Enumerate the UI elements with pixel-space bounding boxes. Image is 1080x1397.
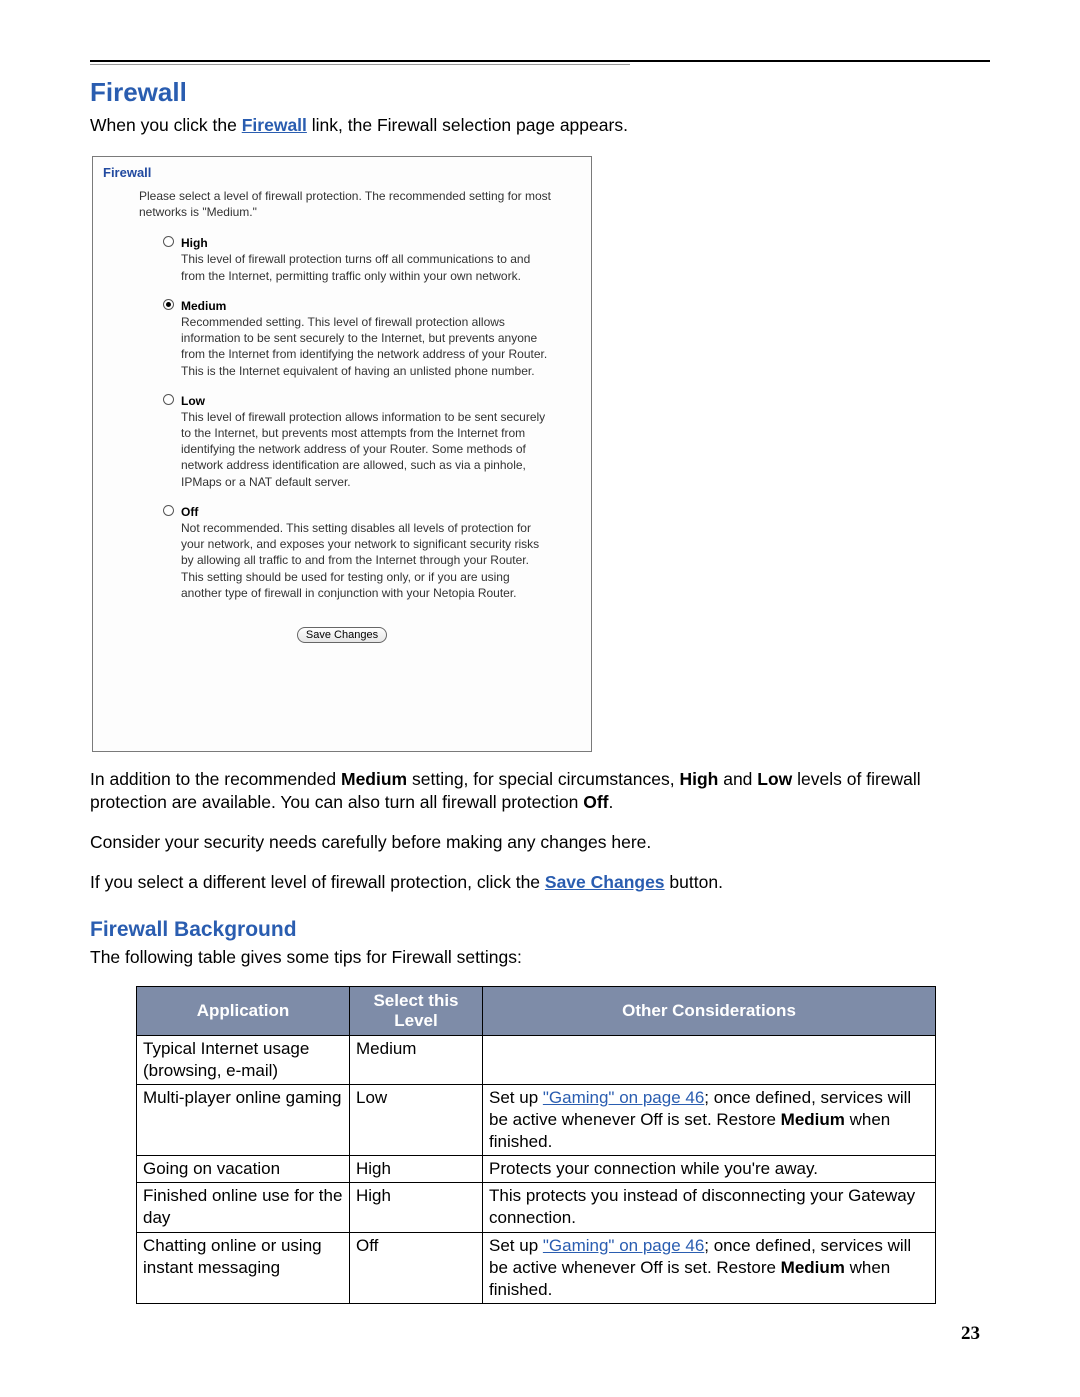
cell-level: Off [350,1232,483,1303]
p1-off: Off [583,792,608,812]
header-level: Select this Level [350,986,483,1035]
option-off-label: Off [181,504,577,520]
option-off[interactable]: Off Not recommended. This setting disabl… [93,498,591,609]
top-rule [90,60,990,62]
gaming-xref-link[interactable]: "Gaming" on page 46 [543,1236,704,1255]
cell-application: Multi-player online gaming [137,1084,350,1155]
table-row: Going on vacationHighProtects your conne… [137,1156,936,1183]
cell-other: Protects your connection while you're aw… [483,1156,936,1183]
paragraph-consider: Consider your security needs carefully b… [90,831,990,855]
table-row: Finished online use for the dayHighThis … [137,1183,936,1232]
header-application: Application [137,986,350,1035]
paragraph-table-intro: The following table gives some tips for … [90,946,990,970]
option-low-label: Low [181,393,577,409]
cell-other: Set up "Gaming" on page 46; once defined… [483,1232,936,1303]
cell-level: Medium [350,1035,483,1084]
cell-application: Chatting online or using instant messagi… [137,1232,350,1303]
option-low[interactable]: Low This level of firewall protection al… [93,387,591,498]
p1-a: In addition to the recommended [90,769,341,789]
cell-level: Low [350,1084,483,1155]
p1-i: . [609,792,614,812]
p1-high: High [679,769,718,789]
document-page: Firewall When you click the Firewall lin… [0,0,1080,1397]
heading-firewall-background: Firewall Background [90,918,990,942]
option-medium[interactable]: Medium Recommended setting. This level o… [93,292,591,387]
radio-high[interactable] [163,236,174,247]
table-row: Chatting online or using instant messagi… [137,1232,936,1303]
p1-low: Low [757,769,792,789]
intro-paragraph: When you click the Firewall link, the Fi… [90,114,990,138]
cell-level: High [350,1156,483,1183]
option-high-desc: This level of firewall protection turns … [181,251,551,283]
option-high-label: High [181,235,577,251]
radio-low[interactable] [163,394,174,405]
firewall-tips-table: Application Select this Level Other Cons… [136,986,936,1304]
paragraph-save-changes: If you select a different level of firew… [90,871,990,895]
cell-other: Set up "Gaming" on page 46; once defined… [483,1084,936,1155]
radio-dot-icon [166,302,171,307]
radio-off[interactable] [163,505,174,516]
gaming-xref-link[interactable]: "Gaming" on page 46 [543,1088,704,1107]
page-number: 23 [961,1323,980,1345]
panel-intro: Please select a level of firewall protec… [93,184,591,230]
bold-text: Medium [781,1110,845,1129]
cell-application: Going on vacation [137,1156,350,1183]
cell-application: Typical Internet usage (browsing, e-mail… [137,1035,350,1084]
table-row: Typical Internet usage (browsing, e-mail… [137,1035,936,1084]
cell-other: This protects you instead of disconnecti… [483,1183,936,1232]
table-header-row: Application Select this Level Other Cons… [137,986,936,1035]
bold-text: Medium [781,1258,845,1277]
header-other: Other Considerations [483,986,936,1035]
cell-level: High [350,1183,483,1232]
top-rule-light [90,64,630,65]
save-changes-link[interactable]: Save Changes [545,872,665,892]
p1-c: setting, for special circumstances, [407,769,679,789]
option-medium-desc: Recommended setting. This level of firew… [181,314,551,379]
radio-medium[interactable] [163,299,174,310]
p3-a: If you select a different level of firew… [90,872,545,892]
cell-application: Finished online use for the day [137,1183,350,1232]
table-row: Multi-player online gamingLowSet up "Gam… [137,1084,936,1155]
p3-b: button. [665,872,723,892]
panel-title: Firewall [93,157,591,184]
firewall-panel: Firewall Please select a level of firewa… [92,156,592,752]
p1-medium: Medium [341,769,407,789]
firewall-link[interactable]: Firewall [242,115,307,135]
p1-e: and [718,769,757,789]
heading-firewall: Firewall [90,77,990,108]
panel-button-row: Save Changes [93,609,591,659]
cell-other [483,1035,936,1084]
save-changes-button[interactable]: Save Changes [297,627,387,643]
intro-text-before: When you click the [90,115,242,135]
option-low-desc: This level of firewall protection allows… [181,409,551,490]
paragraph-additional-levels: In addition to the recommended Medium se… [90,768,990,815]
option-high[interactable]: High This level of firewall protection t… [93,229,591,292]
option-off-desc: Not recommended. This setting disables a… [181,520,551,601]
intro-text-after: link, the Firewall selection page appear… [312,115,628,135]
option-medium-label: Medium [181,298,577,314]
